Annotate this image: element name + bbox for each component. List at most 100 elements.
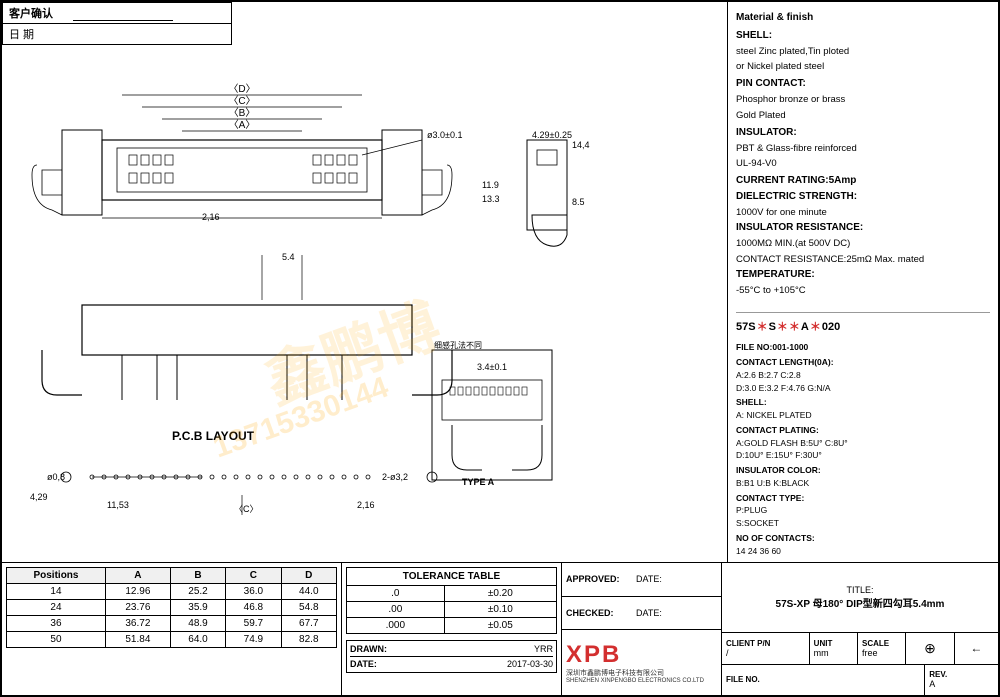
technical-drawing: 〈D〉 〈C〉 〈B〉 〈A〉 xyxy=(2,40,722,560)
pn-shell-value: A: NICKEL PLATED xyxy=(736,409,990,422)
svg-text:〈D〉: 〈D〉 xyxy=(228,83,255,95)
positions-row-1: 2423.7635.946.854.8 xyxy=(7,600,337,616)
col-c: C xyxy=(226,568,281,584)
pn-020: 020 xyxy=(822,319,840,336)
shell-value: steel Zinc plated,Tin ploted or Nickel p… xyxy=(736,44,990,74)
pn-s: S xyxy=(769,319,776,336)
positions-cell-2-0: 36 xyxy=(7,616,106,632)
pn-contact-length-label: CONTACT LENGTH(0A): xyxy=(736,356,990,369)
rev-label: REV. xyxy=(929,670,994,679)
current-label: CURRENT RATING:5Amp xyxy=(736,173,990,189)
positions-table-container: Positions A B C D 1412.9625.236.044.0242… xyxy=(2,563,342,695)
pn-insulator-color-label: INSULATOR COLOR: xyxy=(736,464,990,477)
xpb-logo: XPB xyxy=(566,641,717,669)
pn-ast4: ＊ xyxy=(810,319,821,336)
checked-row: CHECKED: DATE: xyxy=(562,597,721,631)
customer-confirm-label: 客户确认 xyxy=(9,5,53,21)
approved-date-label: DATE: xyxy=(636,574,662,584)
positions-row-2: 3636.7248.959.767.7 xyxy=(7,616,337,632)
pn-file-no: FILE NO:001-1000 xyxy=(736,341,990,354)
scale-value: free xyxy=(862,648,901,658)
insulator-value: PBT & Glass-fibre reinforced xyxy=(736,141,990,156)
approval-section: APPROVED: DATE: CHECKED: DATE: XPB 深圳市鑫鹏… xyxy=(562,563,722,695)
specs-content: Material & finish SHELL: steel Zinc plat… xyxy=(736,10,990,298)
positions-cell-0-4: 44.0 xyxy=(281,584,336,600)
positions-cell-1-3: 46.8 xyxy=(226,600,281,616)
client-pn-cell: CLIENT P/N / xyxy=(722,633,810,664)
symbol-cells: ⊕ xyxy=(906,633,953,664)
svg-text:TYPE A: TYPE A xyxy=(462,477,495,487)
tolerance-row-0: .0±0.20 xyxy=(347,586,557,602)
pn-contact-type-label: CONTACT TYPE: xyxy=(736,492,990,505)
title-block-area: APPROVED: DATE: CHECKED: DATE: XPB 深圳市鑫鹏… xyxy=(562,563,998,695)
positions-header-row: Positions A B C D xyxy=(7,568,337,584)
tolerance-cell-1-1: ±0.10 xyxy=(444,602,556,618)
approved-label: APPROVED: xyxy=(566,574,636,584)
svg-text:8.5: 8.5 xyxy=(572,197,585,207)
positions-cell-0-0: 14 xyxy=(7,584,106,600)
positions-cell-2-2: 48.9 xyxy=(170,616,225,632)
pin-contact-label: PIN CONTACT: xyxy=(736,76,990,92)
positions-row-0: 1412.9625.236.044.0 xyxy=(7,584,337,600)
date-val-label: DATE: xyxy=(350,659,377,669)
material-title: Material & finish xyxy=(736,10,990,26)
xpb-logo-cell: XPB 深圳市鑫鹏博电子科技有限公司 SHENZHEN XINPENGBO EL… xyxy=(562,630,721,695)
positions-cell-3-2: 64.0 xyxy=(170,632,225,648)
insulator-label: INSULATOR: xyxy=(736,125,990,141)
svg-text:细感孔法不同: 细感孔法不同 xyxy=(434,340,482,350)
arrow-cell: ← xyxy=(954,633,998,664)
pn-contact-type-p: P:PLUG xyxy=(736,504,990,517)
svg-text:4.29±0.25: 4.29±0.25 xyxy=(532,130,572,140)
positions-row-3: 5051.8464.074.982.8 xyxy=(7,632,337,648)
unit-label: UNIT xyxy=(814,639,853,648)
svg-text:〈B〉: 〈B〉 xyxy=(229,107,256,119)
pn-contact-plating-value: A:GOLD FLASH B:5U° C:8U° D:10U° E:15U° F… xyxy=(736,437,990,463)
drawing-area: 客户确认 日 期 〈D〉 〈C〉 〈B〉 xyxy=(2,2,728,562)
top-area: 客户确认 日 期 〈D〉 〈C〉 〈B〉 xyxy=(2,2,998,562)
tolerance-row-1: .00±0.10 xyxy=(347,602,557,618)
title-info-section: TITLE: 57S-XP 母180° DIP型新四勾耳5.4mm CLIENT… xyxy=(722,563,998,695)
svg-text:2,16: 2,16 xyxy=(202,212,220,222)
positions-cell-1-2: 35.9 xyxy=(170,600,225,616)
contact-resistance-label: CONTACT RESISTANCE:25mΩ Max. mated xyxy=(736,252,990,267)
tolerance-table: .0±0.20.00±0.10.000±0.05 xyxy=(346,585,557,634)
svg-text:11,53: 11,53 xyxy=(107,500,129,510)
svg-text:14,4: 14,4 xyxy=(572,140,590,150)
file-no-cell: FILE NO. xyxy=(722,665,925,696)
insulator-resistance-value: 1000MΩ MIN.(at 500V DC) xyxy=(736,236,990,251)
tolerance-cell-2-0: .000 xyxy=(347,618,445,634)
col-a: A xyxy=(105,568,170,584)
customer-confirmation-box: 客户确认 日 期 xyxy=(2,2,232,45)
company-name-en: SHENZHEN XINPENGBO ELECTRONICS CO.LTD xyxy=(566,678,717,684)
drawn-value: YRR xyxy=(534,644,553,654)
bottom-area: Positions A B C D 1412.9625.236.044.0242… xyxy=(2,562,998,695)
pin-contact-value: Phosphor bronze or brass xyxy=(736,92,990,107)
svg-text:2,16: 2,16 xyxy=(357,500,375,510)
ul-value: UL-94-V0 xyxy=(736,156,990,171)
positions-cell-3-1: 51.84 xyxy=(105,632,170,648)
part-number-display: 57S ＊ S ＊ ＊ A ＊ 020 xyxy=(736,319,990,336)
svg-text:〈C〉: 〈C〉 xyxy=(234,504,259,514)
col-b: B xyxy=(170,568,225,584)
drawn-label: DRAWN: xyxy=(350,644,387,654)
pn-ast1: ＊ xyxy=(757,319,768,336)
positions-table: Positions A B C D 1412.9625.236.044.0242… xyxy=(6,567,337,648)
title-row: TITLE: 57S-XP 母180° DIP型新四勾耳5.4mm xyxy=(722,563,998,633)
positions-cell-3-0: 50 xyxy=(7,632,106,648)
company-name-cn: 深圳市鑫鹏博电子科技有限公司 xyxy=(566,669,717,678)
positions-cell-0-3: 36.0 xyxy=(226,584,281,600)
positions-cell-3-4: 82.8 xyxy=(281,632,336,648)
pn-57s: 57S xyxy=(736,319,756,336)
pn-no-of-contacts-value: 14 24 36 60 xyxy=(736,545,990,558)
pn-legend: FILE NO:001-1000 CONTACT LENGTH(0A): A:2… xyxy=(736,341,990,557)
svg-text:3.4±0.1: 3.4±0.1 xyxy=(477,362,507,372)
scale-label: SCALE xyxy=(862,639,901,648)
positions-cell-2-1: 36.72 xyxy=(105,616,170,632)
positions-cell-3-3: 74.9 xyxy=(226,632,281,648)
specs-area: Material & finish SHELL: steel Zinc plat… xyxy=(728,2,998,562)
title-label: TITLE: xyxy=(776,585,945,595)
pn-ast3: ＊ xyxy=(789,319,800,336)
pn-ast2: ＊ xyxy=(777,319,788,336)
rev-cell: REV. A xyxy=(925,665,998,696)
svg-text:13.3: 13.3 xyxy=(482,194,500,204)
